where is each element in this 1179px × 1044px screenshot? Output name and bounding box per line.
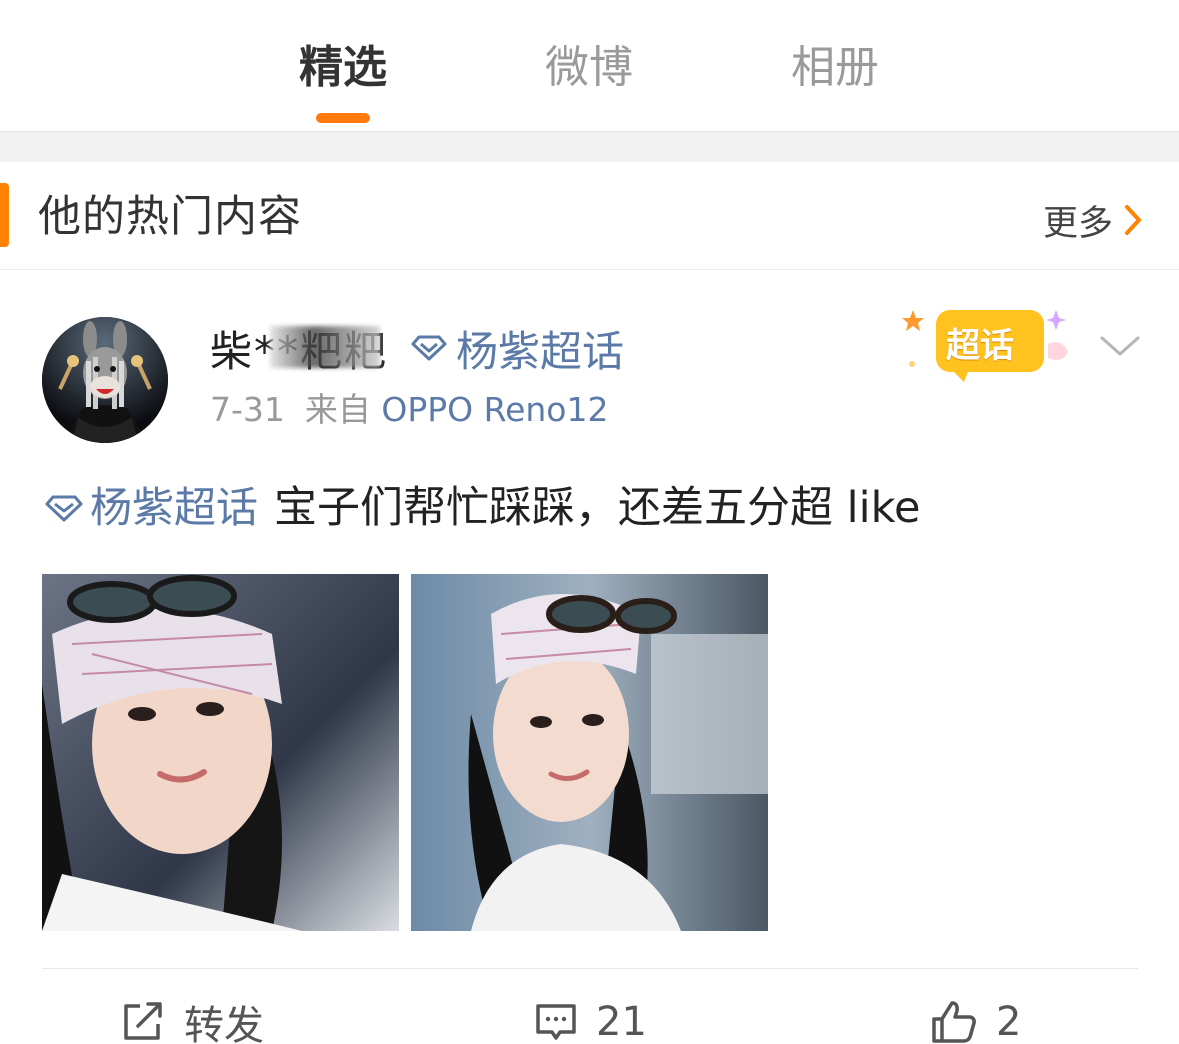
chevron-down-icon [1100, 336, 1140, 356]
tab-weibo[interactable]: 微博 [528, 36, 650, 100]
like-button[interactable]: 2 [930, 992, 1021, 1044]
thumbs-up-icon [932, 1001, 976, 1043]
like-count: 2 [996, 999, 1022, 1044]
source-prefix: 来自 [304, 390, 371, 429]
post-image-1[interactable] [42, 574, 399, 931]
post-meta: 7-31 来自 OPPO Reno12 [210, 388, 609, 432]
username[interactable]: 柴**粑粑 [210, 318, 388, 379]
action-divider [42, 968, 1138, 969]
chevron-right-icon [1125, 205, 1141, 235]
comment-icon [536, 1004, 576, 1040]
comment-count: 21 [596, 999, 647, 1044]
hot-content-header: 他的热门内容 更多 [0, 162, 1179, 270]
post-body-text: 宝子们帮忙踩踩，还差五分超 like [274, 483, 921, 533]
post-content: 杨紫超话 宝子们帮忙踩踩，还差五分超 like [44, 478, 920, 538]
header-topic-tag[interactable]: 杨紫超话 [410, 318, 624, 379]
comment-button[interactable]: 21 [534, 992, 647, 1044]
tab-featured[interactable]: 精选 [283, 36, 403, 100]
badge-label: 超话 [946, 326, 1014, 366]
post-topic-link[interactable]: 杨紫超话 [90, 478, 258, 538]
post-author-line: 柴**粑粑 杨紫超话 [210, 318, 624, 378]
user-avatar[interactable] [42, 317, 168, 443]
device-link[interactable]: OPPO Reno12 [381, 390, 608, 429]
diamond-icon [45, 495, 83, 522]
portrait-photo [411, 574, 768, 931]
more-label: 更多 [1042, 203, 1113, 244]
post-date: 7-31 [210, 390, 285, 429]
active-tab-indicator [316, 113, 370, 123]
tab-album[interactable]: 相册 [774, 36, 896, 100]
repost-button[interactable]: 转发 [120, 992, 264, 1044]
donkey-avatar-icon [42, 317, 168, 443]
more-link[interactable]: 更多 [1043, 196, 1143, 244]
section-title: 他的热门内容 [38, 192, 302, 242]
post-image-2[interactable] [411, 574, 768, 931]
repost-icon [124, 1002, 162, 1040]
portrait-photo [42, 574, 399, 931]
tab-bar: 精选 微博 相册 [0, 0, 1179, 131]
section-accent-bar [0, 183, 9, 247]
diamond-icon [411, 335, 447, 361]
section-gap [0, 131, 1179, 162]
post-menu-button[interactable] [1098, 326, 1142, 366]
repost-label: 转发 [184, 1003, 264, 1044]
header-topic-label: 杨紫超话 [456, 326, 625, 376]
weibo-profile-page: 精选 微博 相册 他的热门内容 更多 柴**粑粑 杨紫超话 7-31 来自 OP… [0, 0, 1179, 1044]
chaohua-badge[interactable]: 超话 [898, 298, 1082, 384]
